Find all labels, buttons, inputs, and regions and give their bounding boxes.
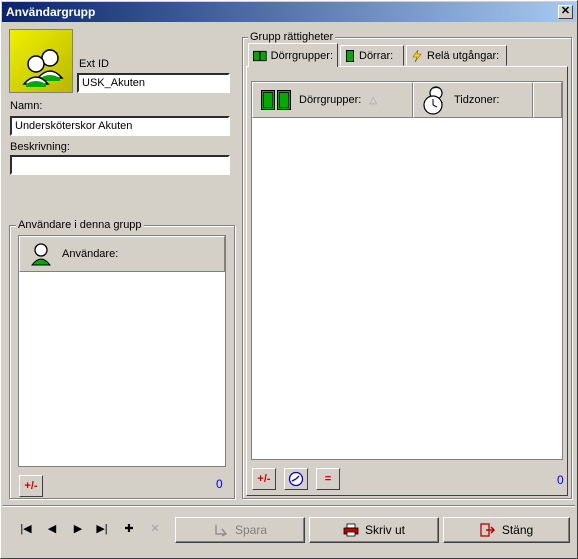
tab-relay-outputs[interactable]: Relä utgångar: — [406, 45, 507, 66]
door-groups-add-remove-button[interactable]: +/- — [252, 468, 276, 490]
window-title: Användargrupp — [6, 5, 96, 19]
save-button[interactable]: Spara — [175, 517, 305, 543]
close-button[interactable]: Stäng — [443, 517, 570, 543]
time-zones-column-label: Tidzoner: — [454, 94, 500, 106]
lightning-icon — [412, 49, 422, 62]
printer-icon — [343, 523, 359, 537]
tab-relay-outputs-label: Relä utgångar: — [427, 49, 500, 62]
ext-id-label: Ext ID — [79, 58, 109, 70]
user-icon — [30, 243, 52, 266]
door-group-icon — [261, 90, 291, 110]
save-button-label: Spara — [234, 523, 268, 537]
print-button-label: Skriv ut — [364, 523, 405, 537]
nav-first-button[interactable]: |◀ — [18, 521, 34, 537]
users-add-remove-button[interactable]: +/- — [19, 475, 43, 497]
empty-column-header — [533, 82, 562, 118]
user-group-window: Användargrupp ✕ Ext ID USK_Akuten Namn: … — [0, 0, 578, 559]
description-label: Beskrivning: — [10, 141, 70, 153]
sort-ascending-icon: △ — [369, 94, 378, 106]
close-button-label: Stäng — [501, 523, 534, 537]
clock-person-icon — [423, 86, 443, 115]
print-button[interactable]: Skriv ut — [309, 517, 439, 543]
users-group-title: Användare i denna grupp — [16, 219, 144, 231]
equals-button[interactable]: = — [316, 468, 340, 490]
time-zone-button[interactable] — [284, 468, 308, 490]
door-groups-column-header[interactable]: Dörrgrupper: △ — [252, 82, 413, 118]
description-field[interactable] — [10, 155, 230, 175]
door-icon — [346, 49, 354, 62]
bottom-separator — [3, 505, 575, 507]
tab-door-groups-label: Dörrgrupper: — [270, 49, 333, 62]
users-column-header[interactable]: Användare: — [19, 236, 225, 272]
door-groups-count: 0 — [557, 473, 564, 487]
door-groups-column-label: Dörrgrupper: — [299, 94, 362, 106]
users-count: 0 — [216, 477, 223, 491]
close-window-button[interactable]: ✕ — [558, 5, 573, 19]
nav-add-button[interactable]: ✚ — [121, 521, 137, 537]
door-group-icon — [253, 50, 267, 61]
rights-group-title: Grupp rättigheter — [248, 31, 336, 43]
save-icon — [215, 525, 228, 537]
time-zones-column-header[interactable]: Tidzoner: — [413, 82, 533, 118]
name-label: Namn: — [10, 100, 43, 112]
nav-delete-button[interactable]: ✕ — [147, 521, 163, 537]
group-avatar-icon — [9, 29, 73, 93]
nav-previous-button[interactable]: ◀ — [44, 521, 60, 537]
clock-icon — [288, 471, 304, 487]
nav-last-button[interactable]: ▶| — [94, 521, 110, 537]
name-field[interactable]: Undersköterskor Akuten — [10, 116, 230, 136]
nav-next-button[interactable]: ▶ — [70, 521, 86, 537]
users-column-label: Användare: — [62, 248, 119, 260]
title-bar: Användargrupp ✕ — [2, 2, 576, 22]
ext-id-field[interactable]: USK_Akuten — [77, 73, 230, 93]
tab-doors-label: Dörrar: — [359, 49, 394, 62]
door-groups-list[interactable] — [251, 81, 563, 460]
tab-doors[interactable]: Dörrar: — [340, 45, 404, 66]
tab-door-groups[interactable]: Dörrgrupper: — [248, 43, 338, 67]
exit-icon — [480, 523, 495, 537]
